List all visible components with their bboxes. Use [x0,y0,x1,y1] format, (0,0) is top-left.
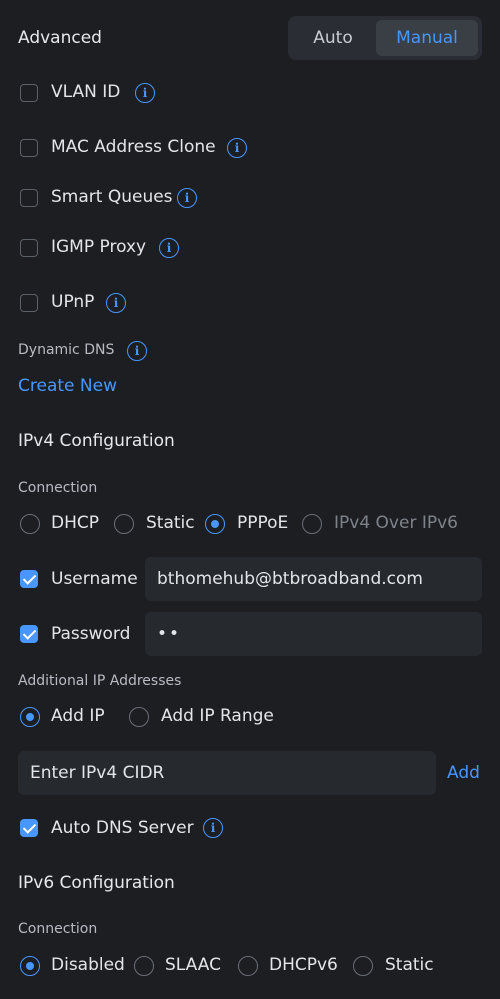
radio-dhcpv6[interactable] [238,956,258,976]
info-icon[interactable]: i [135,83,155,103]
upnp-checkbox[interactable] [20,294,38,312]
info-icon[interactable]: i [203,818,223,838]
radio-add-ip[interactable] [20,707,40,727]
ddns-label: Dynamic DNS [18,342,115,358]
mac-clone-checkbox[interactable] [20,139,38,157]
radio-ipv6-disabled-label: Disabled [51,955,125,975]
radio-ipv6-static[interactable] [353,956,373,976]
vlan-id-checkbox[interactable] [20,84,38,102]
radio-ipv6-static-label: Static [385,955,434,975]
password-label: Password [51,624,131,644]
mode-manual-button[interactable]: Manual [376,20,478,56]
radio-ipv6-disabled[interactable] [20,956,40,976]
ipv4-heading: IPv4 Configuration [18,431,175,451]
mode-auto-button[interactable]: Auto [292,20,374,56]
username-field[interactable]: bthomehub@btbroadband.com [145,557,482,601]
info-icon[interactable]: i [106,293,126,313]
smart-queues-checkbox[interactable] [20,189,38,207]
auto-dns-checkbox[interactable] [20,819,38,837]
mode-toggle: Auto Manual [288,16,482,60]
password-checkbox[interactable] [20,625,38,643]
radio-ipv4-over-ipv6[interactable] [302,514,322,534]
igmp-proxy-checkbox[interactable] [20,239,38,257]
info-icon[interactable]: i [177,188,197,208]
info-icon[interactable]: i [227,138,247,158]
radio-add-ip-range[interactable] [129,707,149,727]
mac-clone-label: MAC Address Clone [51,137,216,157]
igmp-proxy-label: IGMP Proxy [51,237,147,257]
radio-dhcpv6-label: DHCPv6 [269,955,338,975]
vlan-id-label: VLAN ID [51,82,121,102]
add-cidr-button[interactable]: Add [447,763,480,783]
cidr-input[interactable]: Enter IPv4 CIDR [18,751,436,795]
username-checkbox[interactable] [20,570,38,588]
radio-dhcp[interactable] [20,514,40,534]
radio-static[interactable] [114,514,134,534]
radio-ipv4-over-ipv6-label: IPv4 Over IPv6 [334,513,458,533]
username-label: Username [51,569,138,589]
radio-static-label: Static [146,513,195,533]
radio-slaac[interactable] [134,956,154,976]
radio-slaac-label: SLAAC [165,955,221,975]
create-new-link[interactable]: Create New [18,376,117,396]
radio-add-ip-label: Add IP [51,706,105,726]
ipv4-connection-label: Connection [18,480,98,496]
info-icon[interactable]: i [159,238,179,258]
radio-add-ip-range-label: Add IP Range [161,706,274,726]
ipv6-connection-label: Connection [18,921,98,937]
info-icon[interactable]: i [127,341,147,361]
additional-ip-label: Additional IP Addresses [18,673,182,689]
upnp-label: UPnP [51,292,95,312]
password-field[interactable]: •• [145,612,482,656]
radio-pppoe-label: PPPoE [237,513,289,533]
ipv6-heading: IPv6 Configuration [18,873,175,893]
radio-dhcp-label: DHCP [51,513,99,533]
section-title: Advanced [18,28,102,48]
auto-dns-label: Auto DNS Server [51,818,194,838]
radio-pppoe[interactable] [205,514,225,534]
smart-queues-label: Smart Queues [51,187,173,207]
